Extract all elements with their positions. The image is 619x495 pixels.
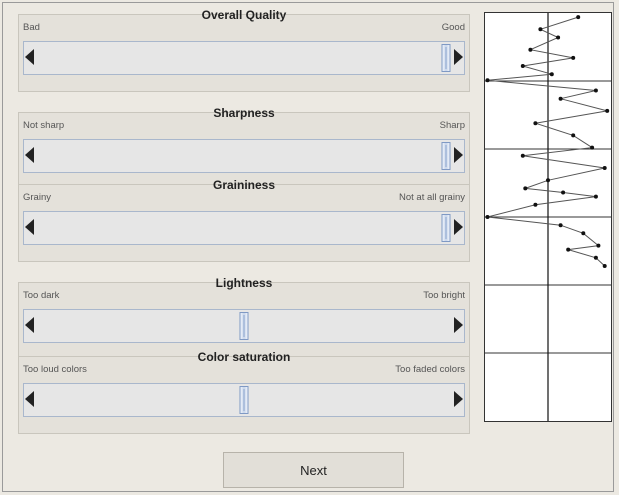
slider-thumb[interactable] [441, 44, 451, 72]
sharpness-slider[interactable] [23, 139, 465, 173]
slider-left-label: Grainy [23, 192, 51, 203]
history-point [571, 133, 576, 138]
arrow-left-icon[interactable] [25, 147, 34, 163]
arrow-right-icon[interactable] [454, 147, 463, 163]
history-point [593, 88, 598, 93]
slider-group-color-saturation: Color saturation Too loud colors Too fad… [18, 350, 470, 434]
slider-left-label: Too loud colors [23, 364, 87, 375]
history-point [576, 15, 581, 20]
history-point [520, 64, 525, 68]
color-saturation-slider[interactable] [23, 383, 465, 417]
arrow-left-icon[interactable] [25, 49, 34, 65]
slider-right-label: Too bright [423, 290, 465, 301]
lightness-slider[interactable] [23, 309, 465, 343]
arrow-left-icon[interactable] [25, 317, 34, 333]
overall-quality-slider[interactable] [23, 41, 465, 75]
history-point [558, 96, 563, 101]
history-point [485, 215, 490, 219]
history-point [581, 231, 586, 236]
history-point [590, 145, 595, 150]
graininess-slider[interactable] [23, 211, 465, 245]
arrow-right-icon[interactable] [454, 219, 463, 235]
history-point [593, 194, 598, 199]
slider-right-label: Sharp [439, 120, 465, 131]
history-point [602, 264, 607, 268]
slider-title: Color saturation [197, 350, 291, 364]
history-point [533, 121, 538, 126]
slider-group-overall-quality: Overall Quality Bad Good [18, 8, 470, 92]
arrow-right-icon[interactable] [454, 317, 463, 333]
slider-group-lightness: Lightness Too dark Too bright [18, 276, 470, 360]
slider-thumb[interactable] [441, 214, 451, 242]
history-point [566, 247, 571, 252]
arrow-left-icon[interactable] [25, 391, 34, 407]
slider-title: Overall Quality [201, 8, 287, 22]
slider-left-label: Too dark [23, 290, 60, 301]
history-point [485, 78, 490, 83]
arrow-right-icon[interactable] [454, 49, 463, 65]
history-point [520, 153, 525, 158]
slider-left-label: Bad [23, 22, 40, 33]
history-point [596, 243, 601, 248]
rating-history-line [487, 16, 608, 267]
history-point [533, 202, 538, 207]
history-point [602, 166, 607, 170]
slider-right-label: Too faded colors [395, 364, 465, 375]
history-point [571, 55, 576, 60]
slider-thumb[interactable] [441, 142, 451, 170]
history-point [561, 190, 566, 195]
slider-right-label: Not at all grainy [398, 192, 465, 203]
slider-thumb[interactable] [239, 312, 249, 340]
history-point [556, 35, 561, 40]
slider-title: Sharpness [213, 106, 275, 120]
history-point [593, 255, 598, 260]
slider-thumb[interactable] [239, 386, 249, 414]
arrow-right-icon[interactable] [454, 391, 463, 407]
slider-group-graininess: Graininess Grainy Not at all grainy [18, 178, 470, 262]
next-button[interactable]: Next [223, 452, 404, 488]
history-point [546, 178, 550, 183]
history-point [549, 72, 554, 77]
history-point [558, 223, 563, 228]
history-point [523, 186, 528, 191]
rating-history-panel [484, 12, 612, 422]
slider-title: Graininess [212, 178, 276, 192]
rating-history-plot [485, 13, 611, 421]
history-point [528, 47, 533, 52]
slider-title: Lightness [215, 276, 273, 290]
history-point [538, 27, 543, 32]
arrow-left-icon[interactable] [25, 219, 34, 235]
slider-right-label: Good [441, 22, 465, 33]
slider-left-label: Not sharp [23, 120, 65, 131]
history-point [605, 108, 610, 113]
